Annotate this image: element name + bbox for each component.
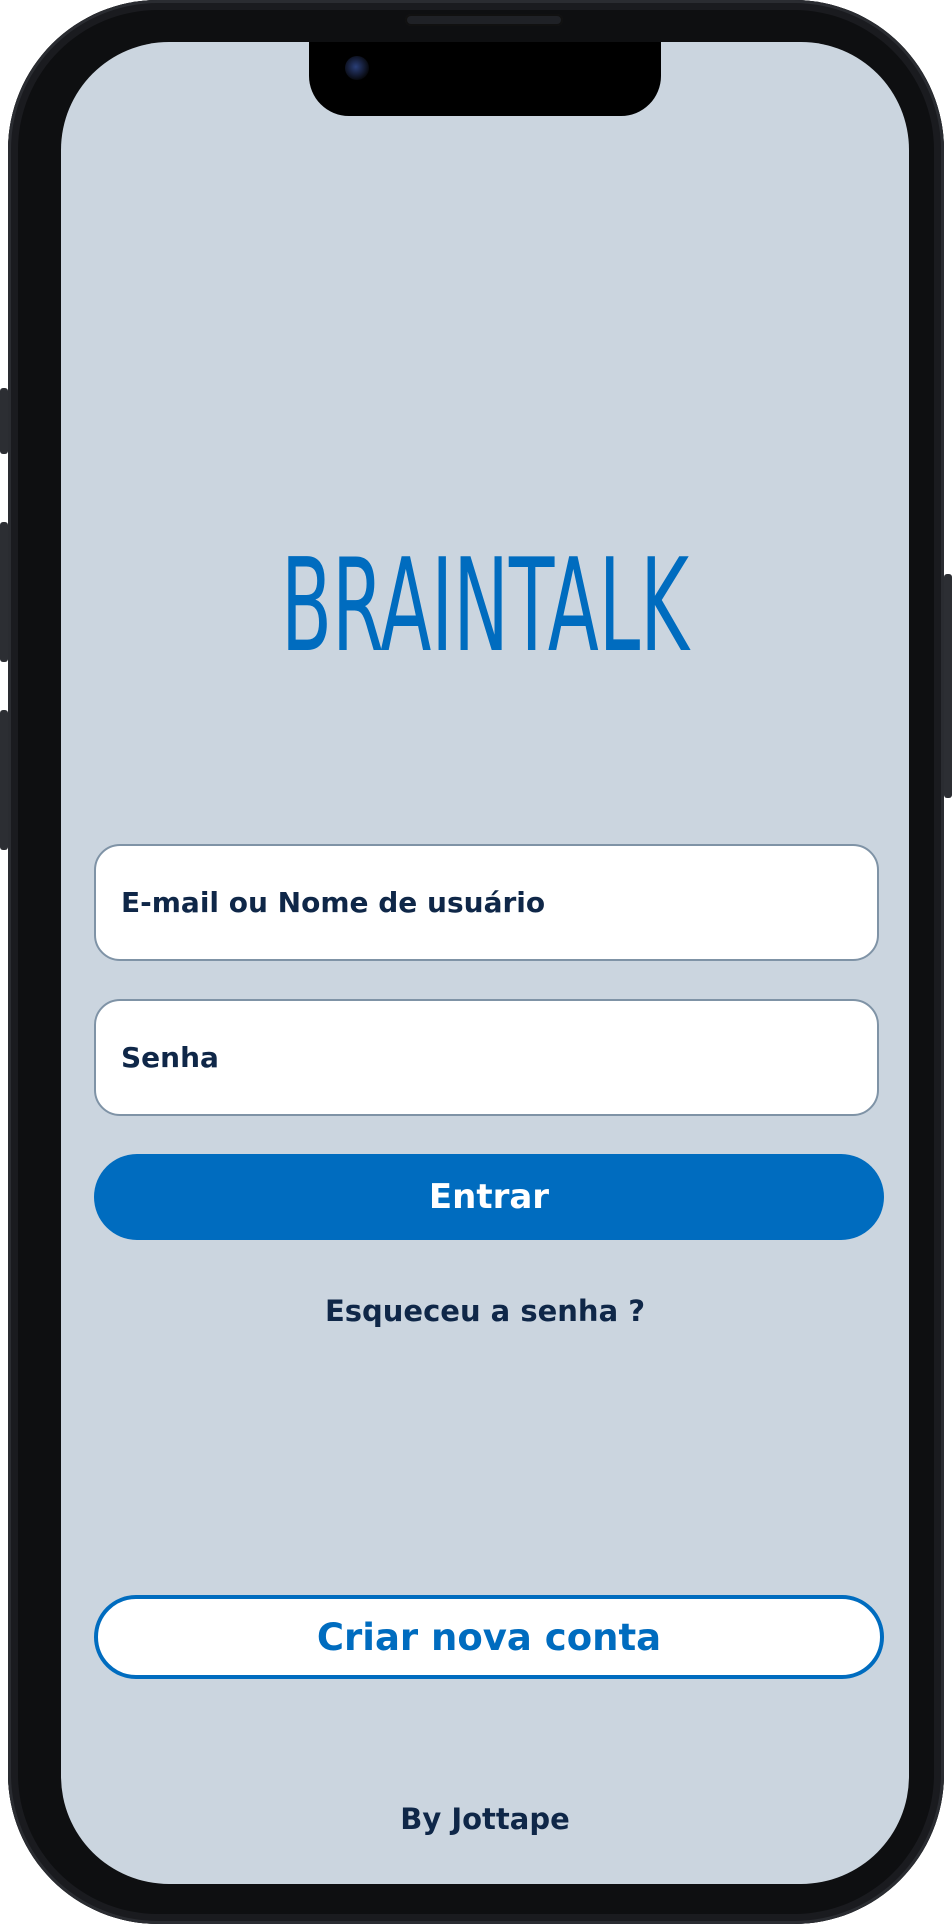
footer-credit: By Jottape bbox=[400, 1802, 570, 1836]
app-screen: BRAINTALK Entrar Esqueceu a senha ? Cria… bbox=[61, 42, 909, 1884]
password-input[interactable] bbox=[96, 1001, 877, 1114]
username-input[interactable] bbox=[96, 846, 877, 959]
side-button-silent bbox=[0, 388, 8, 454]
phone-frame: BRAINTALK Entrar Esqueceu a senha ? Cria… bbox=[0, 0, 952, 1924]
side-button-volume-down bbox=[0, 710, 8, 850]
forgot-password-link[interactable]: Esqueceu a senha ? bbox=[61, 1294, 909, 1328]
side-button-volume-up bbox=[0, 522, 8, 662]
app-logo: BRAINTALK bbox=[61, 532, 909, 672]
front-camera-icon bbox=[345, 56, 369, 80]
login-button[interactable]: Entrar bbox=[94, 1154, 884, 1240]
app-logo-wordmark: BRAINTALK bbox=[281, 532, 691, 672]
username-field[interactable] bbox=[94, 844, 879, 961]
earpiece-speaker bbox=[405, 14, 563, 26]
password-field[interactable] bbox=[94, 999, 879, 1116]
side-button-power bbox=[944, 574, 952, 798]
app-logo-text: BRAINTALK bbox=[281, 532, 691, 672]
create-account-button[interactable]: Criar nova conta bbox=[94, 1595, 884, 1679]
notch bbox=[309, 42, 661, 116]
